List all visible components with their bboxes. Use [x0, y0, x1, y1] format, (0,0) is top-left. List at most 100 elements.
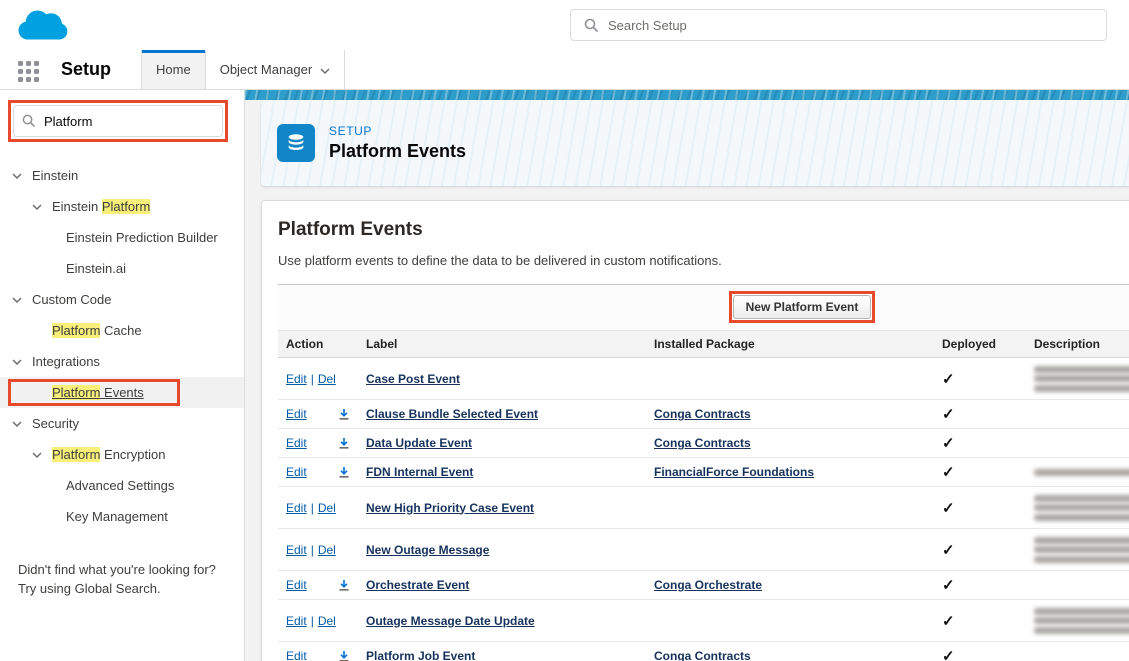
event-label-link[interactable]: Clause Bundle Selected Event	[366, 407, 538, 421]
column-header-label: Label	[358, 331, 646, 358]
main-content: SETUP Platform Events Platform Events Us…	[245, 90, 1129, 661]
new-platform-event-button[interactable]: New Platform Event	[733, 295, 872, 319]
sidebar-item-platform-cache[interactable]: Platform Cache	[0, 315, 244, 346]
annotation-box-button: New Platform Event	[729, 291, 876, 323]
redacted-text-line	[1034, 546, 1129, 553]
edit-link[interactable]: Edit	[286, 614, 307, 628]
sidebar-item-einstein-prediction-builder[interactable]: Einstein Prediction Builder	[0, 222, 244, 253]
event-label-link[interactable]: Platform Job Event	[366, 649, 475, 661]
tab-home[interactable]: Home	[141, 50, 206, 89]
sidebar-item-einstein-ai[interactable]: Einstein.ai	[0, 253, 244, 284]
sidebar-item-label: Platform Cache	[52, 323, 142, 338]
sidebar-item-einstein-platform[interactable]: Einstein Platform	[0, 191, 244, 222]
edit-link[interactable]: Edit	[286, 649, 307, 661]
deployed-check-icon: ✓	[942, 500, 955, 517]
table-header-row: ActionLabelInstalled PackageDeployedDesc…	[278, 331, 1129, 358]
edit-link[interactable]: Edit	[286, 578, 307, 592]
search-match-highlight: Platform	[102, 199, 150, 214]
setup-sidebar: Einstein Einstein Platform Einstein Predic…	[0, 90, 245, 661]
table-row: Edit | Del Outage Message Date Update ✓	[278, 600, 1129, 642]
list-button-bar: New Platform Event	[278, 284, 1129, 330]
del-link[interactable]: Del	[318, 501, 336, 515]
deployed-check-icon: ✓	[942, 406, 955, 423]
content-title: Platform Events	[278, 219, 1129, 241]
deployed-check-icon: ✓	[942, 464, 955, 481]
sidebar-item-label: Einstein	[32, 168, 78, 183]
edit-link[interactable]: Edit	[286, 372, 307, 386]
package-install-icon	[338, 437, 350, 449]
chevron-down-icon	[32, 452, 52, 458]
action-separator: |	[311, 372, 314, 386]
del-link[interactable]: Del	[318, 614, 336, 628]
chevron-down-icon	[12, 421, 32, 427]
app-launcher-icon[interactable]	[18, 61, 39, 82]
package-install-icon	[338, 466, 350, 478]
installed-package-link[interactable]: Conga Contracts	[654, 436, 751, 450]
installed-package-link[interactable]: FinancialForce Foundations	[654, 465, 814, 479]
chevron-down-icon	[12, 297, 32, 303]
sidebar-item-advanced-settings[interactable]: Advanced Settings	[0, 470, 244, 501]
redacted-text-line	[1034, 469, 1129, 476]
chevron-down-icon	[12, 359, 32, 365]
sidebar-item-label: Integrations	[32, 354, 100, 369]
sidebar-item-key-management[interactable]: Key Management	[0, 501, 244, 532]
search-match-highlight: Platform	[52, 447, 100, 462]
sidebar-item-label: Einstein.ai	[66, 261, 126, 276]
content-card: Platform Events Use platform events to d…	[261, 200, 1129, 661]
sidebar-item-label: Advanced Settings	[66, 478, 174, 493]
sidebar-item-integrations[interactable]: Integrations	[0, 346, 244, 377]
setup-eyebrow: SETUP	[329, 124, 466, 138]
table-row: Edit|DelCase Post Event✓	[278, 358, 1129, 400]
quick-find-input[interactable]	[13, 105, 223, 137]
edit-link[interactable]: Edit	[286, 543, 307, 557]
deployed-check-icon: ✓	[942, 613, 955, 630]
setup-search-box	[570, 9, 1107, 41]
edit-link[interactable]: Edit	[286, 501, 307, 515]
event-label-link[interactable]: Outage Message Date Update	[366, 614, 535, 628]
content-description: Use platform events to define the data t…	[278, 253, 1129, 268]
table-row: Edit FDN Internal Event FinancialForce Fou…	[278, 458, 1129, 487]
column-header-deployed: Deployed	[934, 331, 1026, 358]
installed-package-link[interactable]: Conga Contracts	[654, 649, 751, 661]
search-match-highlight: Platform	[52, 323, 100, 338]
event-label-link[interactable]: New Outage Message	[366, 543, 489, 557]
event-label-link[interactable]: Data Update Event	[366, 436, 472, 450]
del-link[interactable]: Del	[318, 543, 336, 557]
action-separator: |	[311, 614, 314, 628]
page-header-card: SETUP Platform Events	[261, 100, 1129, 186]
sidebar-item-label: Security	[32, 416, 79, 431]
event-label-link[interactable]: FDN Internal Event	[366, 465, 473, 479]
del-link[interactable]: Del	[318, 372, 336, 386]
deployed-check-icon: ✓	[942, 648, 955, 661]
tab-object-manager[interactable]: Object Manager	[206, 50, 346, 89]
edit-link[interactable]: Edit	[286, 407, 307, 421]
event-label-link[interactable]: Case Post Event	[366, 372, 460, 386]
redacted-text-line	[1034, 627, 1129, 634]
edit-link[interactable]: Edit	[286, 436, 307, 450]
sidebar-footer-line2: Try using Global Search.	[18, 579, 226, 598]
redacted-text-line	[1034, 504, 1129, 511]
sidebar-item-label: Einstein Prediction Builder	[66, 230, 218, 245]
sidebar-item-einstein[interactable]: Einstein	[0, 160, 244, 191]
sidebar-item-security[interactable]: Security	[0, 408, 244, 439]
installed-package-link[interactable]: Conga Orchestrate	[654, 578, 762, 592]
deployed-check-icon: ✓	[942, 577, 955, 594]
global-header	[0, 0, 1129, 50]
package-install-icon	[338, 650, 350, 661]
sidebar-item-label: Platform Encryption	[52, 447, 165, 462]
search-icon	[584, 18, 598, 32]
setup-search-input[interactable]	[608, 18, 1106, 33]
event-label-link[interactable]: Orchestrate Event	[366, 578, 469, 592]
tab-home-label: Home	[156, 62, 191, 77]
sidebar-item-platform-events[interactable]: Platform Events	[0, 377, 244, 408]
edit-link[interactable]: Edit	[286, 465, 307, 479]
sidebar-item-platform-encryption[interactable]: Platform Encryption	[0, 439, 244, 470]
sidebar-item-custom-code[interactable]: Custom Code	[0, 284, 244, 315]
app-name: Setup	[61, 59, 111, 89]
event-label-link[interactable]: New High Priority Case Event	[366, 501, 534, 515]
redacted-text-line	[1034, 617, 1129, 624]
installed-package-link[interactable]: Conga Contracts	[654, 407, 751, 421]
table-row: Edit Orchestrate Event Conga Orchestrate ✓	[278, 571, 1129, 600]
tab-strip: Home Object Manager	[141, 50, 345, 89]
search-match-highlight: Platform	[52, 385, 100, 400]
